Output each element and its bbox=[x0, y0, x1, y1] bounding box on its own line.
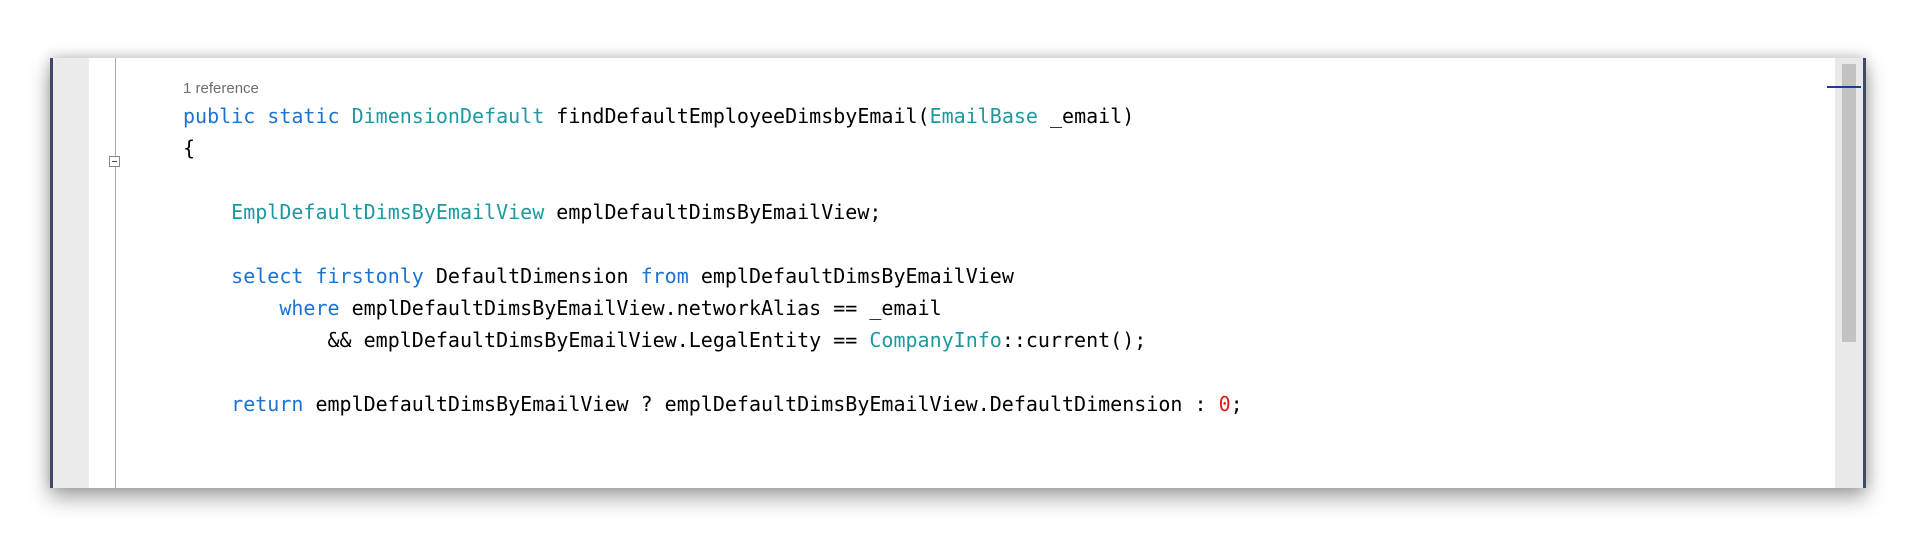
keyword-where: where bbox=[279, 296, 340, 320]
declaration-line: EmplDefaultDimsByEmailView emplDefaultDi… bbox=[183, 196, 1243, 228]
codelens-reference-count[interactable]: 1 reference bbox=[183, 78, 1243, 100]
and-condition: && emplDefaultDimsByEmailView.LegalEntit… bbox=[327, 328, 858, 352]
return-type: DimensionDefault bbox=[351, 104, 545, 128]
where-line: where emplDefaultDimsByEmailView.network… bbox=[183, 292, 1243, 324]
open-brace-line: { bbox=[183, 132, 1243, 164]
code-area[interactable]: 1 reference public static DimensionDefau… bbox=[183, 78, 1243, 420]
declaration-type: EmplDefaultDimsByEmailView bbox=[231, 200, 545, 224]
keyword-return: return bbox=[231, 392, 304, 416]
select-line: select firstonly DefaultDimension from e… bbox=[183, 260, 1243, 292]
return-line: return emplDefaultDimsByEmailView ? empl… bbox=[183, 388, 1243, 420]
companyinfo-call: ::current(); bbox=[1001, 328, 1147, 352]
where-condition: emplDefaultDimsByEmailView.networkAlias … bbox=[351, 296, 942, 320]
param-type: EmailBase bbox=[929, 104, 1038, 128]
declaration-variable: emplDefaultDimsByEmailView; bbox=[556, 200, 882, 224]
vertical-scrollbar[interactable] bbox=[1835, 58, 1863, 488]
select-field: DefaultDimension bbox=[435, 264, 629, 288]
method-name: findDefaultEmployeeDimsbyEmail( bbox=[556, 104, 930, 128]
collapse-region-icon[interactable] bbox=[109, 156, 120, 167]
fold-guide-line bbox=[115, 58, 116, 488]
and-condition-line: && emplDefaultDimsByEmailView.LegalEntit… bbox=[183, 324, 1243, 356]
keyword-public: public bbox=[183, 104, 256, 128]
return-expression: emplDefaultDimsByEmailView ? emplDefault… bbox=[315, 392, 1207, 416]
method-signature-line: public static DimensionDefault findDefau… bbox=[183, 100, 1243, 132]
editor-gutter bbox=[53, 58, 89, 488]
number-literal: 0 bbox=[1218, 392, 1231, 416]
select-table: emplDefaultDimsByEmailView bbox=[700, 264, 1014, 288]
open-brace: { bbox=[183, 136, 196, 160]
scrollbar-thumb[interactable] bbox=[1842, 64, 1856, 342]
statement-terminator: ; bbox=[1230, 392, 1243, 416]
keyword-select: select bbox=[231, 264, 304, 288]
caret-position-marker bbox=[1827, 86, 1861, 88]
code-editor: 1 reference public static DimensionDefau… bbox=[50, 58, 1866, 488]
param-name: _email) bbox=[1050, 104, 1135, 128]
keyword-static: static bbox=[267, 104, 340, 128]
keyword-from: from bbox=[640, 264, 689, 288]
companyinfo-type: CompanyInfo bbox=[869, 328, 1002, 352]
keyword-firstonly: firstonly bbox=[315, 264, 424, 288]
